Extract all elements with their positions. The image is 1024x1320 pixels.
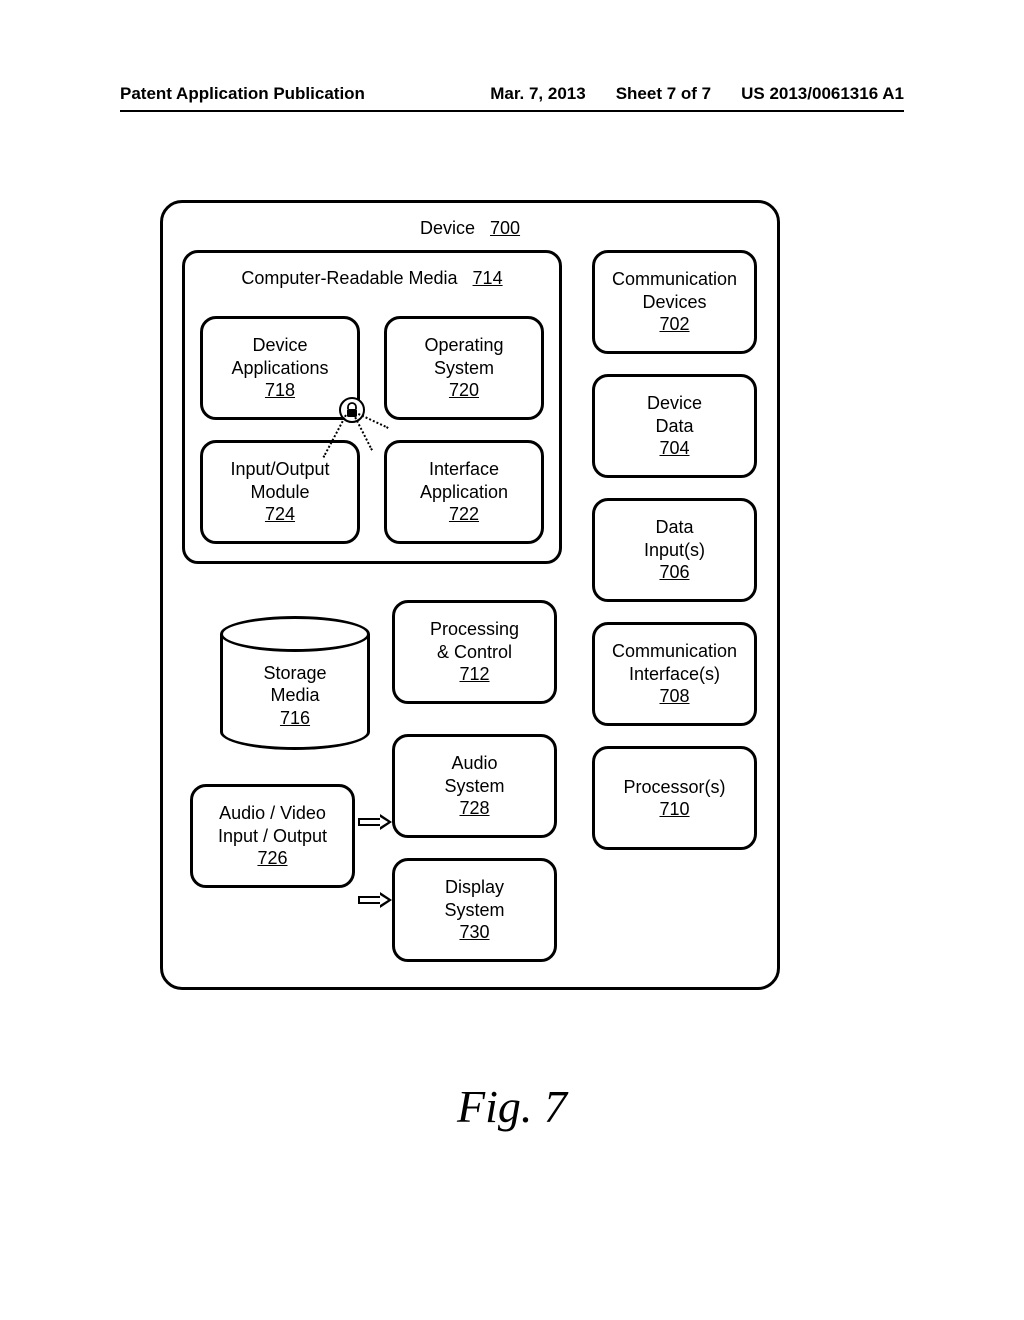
- publication-type: Patent Application Publication: [120, 84, 365, 110]
- block-line2: Media: [270, 684, 319, 707]
- block-line1: Audio: [451, 752, 497, 775]
- block-line2: Data: [655, 415, 693, 438]
- block-ref: 710: [659, 798, 689, 821]
- publication-date: Mar. 7, 2013: [490, 84, 585, 110]
- block-line1: Interface: [429, 458, 499, 481]
- figure-diagram: Device 700 Computer-Readable Media 714 D…: [160, 200, 780, 990]
- block-line1: Display: [445, 876, 504, 899]
- audio-system-block: Audio System 728: [392, 734, 557, 838]
- display-system-block: Display System 730: [392, 858, 557, 962]
- block-ref: 722: [449, 503, 479, 526]
- block-line2: Module: [250, 481, 309, 504]
- block-line2: System: [444, 899, 504, 922]
- crm-ref: 714: [473, 268, 503, 288]
- operating-system-block: Operating System 720: [384, 316, 544, 420]
- block-line1: Communication: [612, 268, 737, 291]
- block-line1: Device: [252, 334, 307, 357]
- communication-interfaces-block: Communication Interface(s) 708: [592, 622, 757, 726]
- publication-number: US 2013/0061316 A1: [741, 84, 904, 110]
- figure-caption: Fig. 7: [0, 1080, 1024, 1133]
- block-line1: Operating: [424, 334, 503, 357]
- processing-control-block: Processing & Control 712: [392, 600, 557, 704]
- block-line2: Input / Output: [218, 825, 327, 848]
- block-line2: Application: [420, 481, 508, 504]
- block-line1: Input/Output: [230, 458, 329, 481]
- block-line1: Data: [655, 516, 693, 539]
- block-ref: 724: [265, 503, 295, 526]
- block-ref: 712: [459, 663, 489, 686]
- arrow-icon: [358, 894, 392, 906]
- block-line1: Audio / Video: [219, 802, 326, 825]
- block-ref: 718: [265, 379, 295, 402]
- block-line2: Input(s): [644, 539, 705, 562]
- block-ref: 730: [459, 921, 489, 944]
- block-ref: 706: [659, 561, 689, 584]
- block-line2: Interface(s): [629, 663, 720, 686]
- communication-devices-block: Communication Devices 702: [592, 250, 757, 354]
- block-ref: 702: [659, 313, 689, 336]
- device-data-block: Device Data 704: [592, 374, 757, 478]
- block-ref: 704: [659, 437, 689, 460]
- io-module-block: Input/Output Module 724: [200, 440, 360, 544]
- block-ref: 728: [459, 797, 489, 820]
- block-ref: 720: [449, 379, 479, 402]
- patent-page: Patent Application Publication Mar. 7, 2…: [0, 0, 1024, 1320]
- device-ref: 700: [490, 218, 520, 238]
- device-applications-block: Device Applications 718: [200, 316, 360, 420]
- sheet-number: Sheet 7 of 7: [616, 84, 711, 110]
- arrow-icon: [358, 816, 392, 828]
- crm-title: Computer-Readable Media 714: [241, 267, 502, 290]
- device-label: Device: [420, 218, 475, 238]
- page-header: Patent Application Publication Mar. 7, 2…: [120, 84, 904, 112]
- processors-block: Processor(s) 710: [592, 746, 757, 850]
- block-line1: Storage: [263, 662, 326, 685]
- interface-application-block: Interface Application 722: [384, 440, 544, 544]
- crm-label: Computer-Readable Media: [241, 268, 457, 288]
- block-line1: Communication: [612, 640, 737, 663]
- block-line2: Devices: [642, 291, 706, 314]
- block-line2: & Control: [437, 641, 512, 664]
- block-line1: Processing: [430, 618, 519, 641]
- av-io-block: Audio / Video Input / Output 726: [190, 784, 355, 888]
- data-inputs-block: Data Input(s) 706: [592, 498, 757, 602]
- block-line2: Applications: [231, 357, 328, 380]
- block-ref: 708: [659, 685, 689, 708]
- block-ref: 716: [280, 707, 310, 730]
- storage-media-cylinder: Storage Media 716: [220, 616, 370, 750]
- block-line2: System: [444, 775, 504, 798]
- block-line1: Processor(s): [623, 776, 725, 799]
- device-title: Device 700: [163, 217, 777, 240]
- block-line2: System: [434, 357, 494, 380]
- block-line1: Device: [647, 392, 702, 415]
- block-ref: 726: [257, 847, 287, 870]
